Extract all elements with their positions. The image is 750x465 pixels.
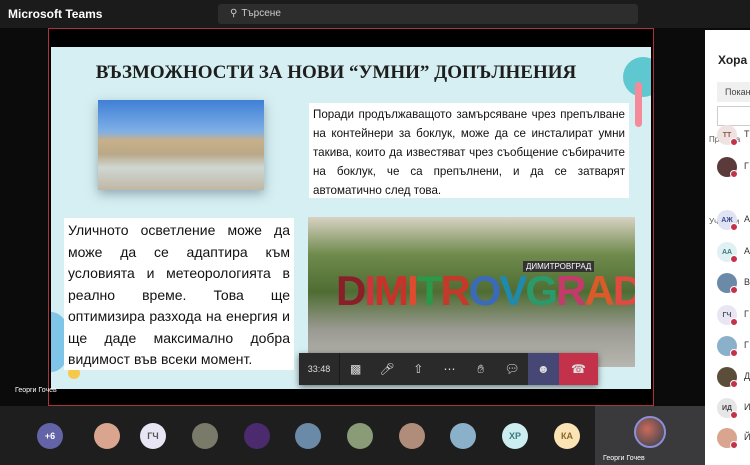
people-icon: ☻ xyxy=(536,362,550,376)
participant-name: В xyxy=(744,277,750,287)
search-placeholder: Търсене xyxy=(241,8,281,19)
search-icon: ⚲ xyxy=(230,8,238,19)
avatar xyxy=(717,157,738,178)
people-panel: Хора Покан Предста Участни ТТТГАЖААААВГЧ… xyxy=(705,30,750,465)
chat-button[interactable]: 💬︎ xyxy=(496,353,527,385)
camera-off-icon: ▩ xyxy=(350,362,362,376)
participant-avatar[interactable]: ГЧ xyxy=(140,423,166,449)
share-button[interactable]: ⇧ xyxy=(403,353,434,385)
invite-button[interactable]: Покан xyxy=(717,82,750,102)
participant-name: Г xyxy=(744,161,749,171)
participant-avatar[interactable] xyxy=(192,423,218,449)
hand-icon: ✋︎ xyxy=(477,361,485,376)
app-title: Microsoft Teams xyxy=(8,7,103,21)
raise-hand-button[interactable]: ✋︎ xyxy=(465,353,496,385)
shared-screen: ВЪЗМОЖНОСТИ ЗА НОВИ “УМНИ” ДОПЪЛНЕНИЯ По… xyxy=(48,28,654,406)
phone-icon: ☎ xyxy=(570,362,586,376)
participant-avatar[interactable] xyxy=(295,423,321,449)
participant-gallery: Георги Гочев +6 ГЧ ХР КА xyxy=(0,406,705,465)
participant-avatar[interactable]: КА xyxy=(554,423,580,449)
participant-name: А xyxy=(744,246,750,256)
participant-avatar[interactable] xyxy=(94,423,120,449)
participant-name: И xyxy=(744,402,750,412)
sign-letter: R xyxy=(440,267,470,314)
sign-letter: M xyxy=(374,267,409,314)
participant-row[interactable]: АА А xyxy=(717,242,750,263)
title-bar: Microsoft Teams ⚲ Търсене xyxy=(0,0,750,28)
presentation-slide: ВЪЗМОЖНОСТИ ЗА НОВИ “УМНИ” ДОПЪЛНЕНИЯ По… xyxy=(51,47,651,389)
participant-row[interactable]: Г xyxy=(717,336,750,357)
participant-avatar[interactable] xyxy=(347,423,373,449)
mic-off-icon: 🎤︎ xyxy=(379,362,395,376)
people-button[interactable]: ☻ xyxy=(527,353,559,385)
sign-letter: A xyxy=(584,267,614,314)
participant-avatar[interactable] xyxy=(450,423,476,449)
more-button[interactable]: ⋯ xyxy=(434,353,465,385)
slide-text-left: Уличното осветление може да може да се а… xyxy=(64,218,294,370)
people-search-input[interactable] xyxy=(717,106,750,126)
participant-name: А xyxy=(744,214,750,224)
fountain-photo xyxy=(98,100,264,190)
chat-icon: 💬︎ xyxy=(504,362,520,376)
participant-row[interactable]: Й xyxy=(717,428,750,449)
dimitrovgrad-photo: ДИМИТРОВГРАД DIMITROVGRAD xyxy=(308,217,635,367)
avatar: ГЧ xyxy=(717,305,738,326)
avatar xyxy=(717,336,738,357)
participant-row[interactable]: ГЧ Г xyxy=(717,305,750,326)
decoration-drip xyxy=(635,82,642,127)
avatar: ИД xyxy=(717,398,738,419)
participant-row[interactable]: ИД И xyxy=(717,398,750,419)
sign-letter: V xyxy=(499,267,527,314)
sign-letter: D xyxy=(336,267,366,314)
participant-name: Г xyxy=(744,309,749,319)
participant-name: Т xyxy=(744,129,750,139)
participant-row[interactable]: В xyxy=(717,273,750,294)
mute-button[interactable]: 🎤︎ xyxy=(371,353,402,385)
sign-letter: T xyxy=(416,267,443,314)
participant-row[interactable]: Д xyxy=(717,367,750,388)
participant-row[interactable]: АЖ А xyxy=(717,210,750,231)
sign-letter: I xyxy=(407,267,419,314)
sign-letter: D xyxy=(612,267,635,314)
avatar xyxy=(717,367,738,388)
participant-name: Д xyxy=(744,371,750,381)
sign-letter: R xyxy=(556,267,586,314)
panel-title: Хора xyxy=(718,53,748,67)
camera-off-button[interactable]: ▩ xyxy=(340,353,371,385)
participant-avatar[interactable]: ХР xyxy=(502,423,528,449)
participant-name: Г xyxy=(744,340,749,350)
participant-avatar[interactable] xyxy=(244,423,270,449)
sign-letter: G xyxy=(525,267,558,314)
participant-row[interactable]: ТТ Т xyxy=(717,125,750,146)
more-icon: ⋯ xyxy=(443,362,456,376)
more-participants-button[interactable]: +6 xyxy=(37,423,63,449)
photo-sign-letters: DIMITROVGRAD xyxy=(336,267,635,315)
sign-letter: O xyxy=(468,267,502,314)
avatar xyxy=(634,416,666,448)
avatar xyxy=(717,273,738,294)
avatar: ТТ xyxy=(717,125,738,146)
sign-letter: I xyxy=(364,267,376,314)
share-icon: ⇧ xyxy=(413,362,424,376)
slide-title: ВЪЗМОЖНОСТИ ЗА НОВИ “УМНИ” ДОПЪЛНЕНИЯ xyxy=(95,62,577,83)
self-name: Георги Гочев xyxy=(603,455,645,462)
call-timer: 33:48 xyxy=(299,353,341,385)
avatar: АА xyxy=(717,242,738,263)
hang-up-button[interactable]: ☎ xyxy=(558,353,598,385)
avatar: АЖ xyxy=(717,210,738,231)
participant-avatar[interactable] xyxy=(399,423,425,449)
self-video-tile[interactable]: Георги Гочев xyxy=(595,406,705,465)
slide-text-right: Поради продължаващото замърсяване чрез п… xyxy=(309,103,629,198)
participant-row[interactable]: Г xyxy=(717,157,750,178)
participant-name: Й xyxy=(744,432,750,442)
call-controls: 33:48 ▩ 🎤︎ ⇧ ⋯ ✋︎ 💬︎ ☻ ☎ xyxy=(299,353,598,385)
search-input[interactable]: ⚲ Търсене xyxy=(218,4,638,24)
presenter-name: Георги Гочев xyxy=(15,387,57,394)
avatar xyxy=(717,428,738,449)
